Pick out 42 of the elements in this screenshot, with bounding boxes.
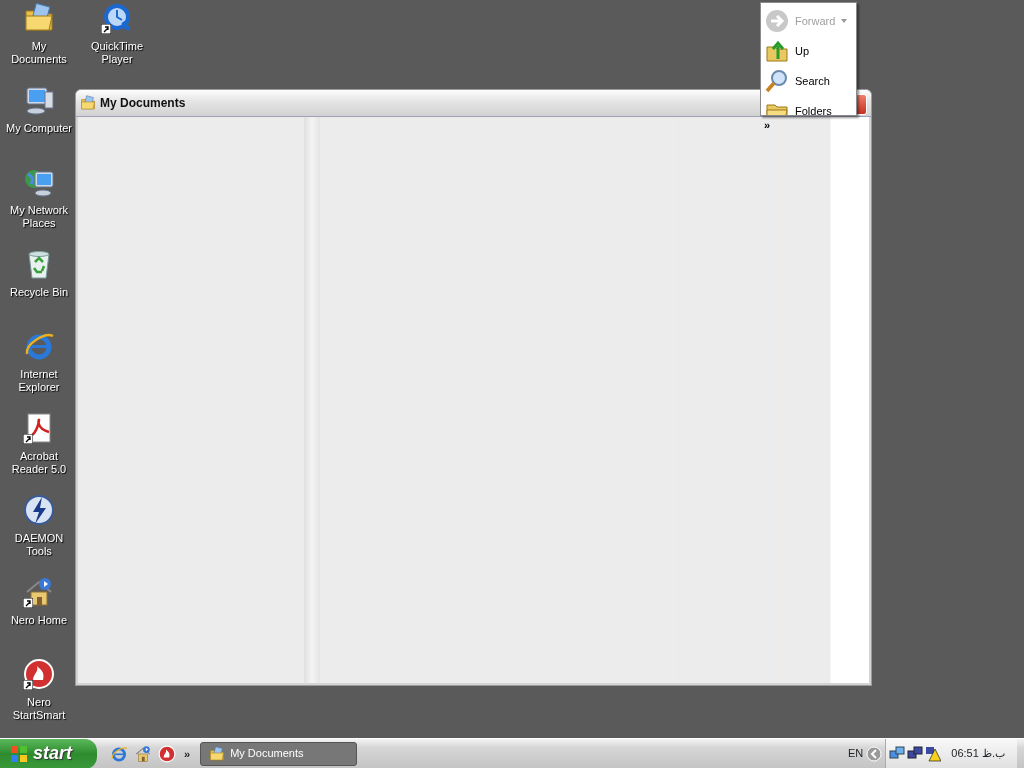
icon-label[interactable]: Acrobat Reader 5.0 <box>3 450 75 476</box>
caret-icon <box>841 19 848 23</box>
q-circle-icon[interactable] <box>101 2 133 34</box>
language-indicator[interactable]: EN <box>848 745 864 762</box>
taskbar-button[interactable]: My Documents <box>200 741 358 766</box>
icon-label[interactable]: My Computer <box>3 122 75 135</box>
browser-e-icon <box>110 744 128 763</box>
right-arrow-circle-icon <box>765 9 789 33</box>
toolbar-overflow-button[interactable]: » <box>764 117 771 134</box>
network-computers-icon[interactable] <box>889 745 906 762</box>
shortcut-arrow-icon <box>23 434 33 444</box>
folder-up-arrow-icon <box>765 39 789 63</box>
house-icon <box>134 744 152 763</box>
chevron-left-icon[interactable] <box>866 745 883 762</box>
folder-icon[interactable] <box>23 2 55 34</box>
menu-item[interactable]: Up <box>761 36 856 66</box>
shortcut-arrow-icon <box>23 680 33 690</box>
warning-icon[interactable] <box>925 745 942 762</box>
menu-item[interactable]: Folders <box>761 96 856 115</box>
window-title: My Documents <box>100 95 186 112</box>
magnifier-icon <box>765 69 789 93</box>
computer-icon[interactable] <box>23 84 55 116</box>
icon-label[interactable]: My Network Places <box>3 204 75 230</box>
icon-label[interactable]: QuickTime Player <box>81 40 153 66</box>
shortcut-arrow-icon <box>23 598 33 608</box>
clock: 06:51 ب.ظ <box>951 746 1005 762</box>
folder-icon <box>80 95 96 111</box>
icon-label[interactable]: DAEMON Tools <box>3 532 75 558</box>
icon-label[interactable]: Internet Explorer <box>3 368 75 394</box>
quick-launch-overflow-button[interactable]: » <box>184 746 191 763</box>
icon-label[interactable]: Nero StartSmart <box>3 696 75 722</box>
icon-label[interactable]: My Documents <box>3 40 75 66</box>
menu-item[interactable]: Search <box>761 66 856 96</box>
lightning-disc-icon[interactable] <box>23 494 55 526</box>
start-button[interactable]: start <box>0 738 97 768</box>
windows-flag-icon <box>10 744 28 763</box>
network-computers-icon[interactable] <box>907 745 924 762</box>
icon-label[interactable]: Nero Home <box>3 614 75 627</box>
shortcut-arrow-icon <box>101 24 111 34</box>
icon-label[interactable]: Recycle Bin <box>3 286 75 299</box>
flame-circle-icon <box>158 744 176 763</box>
folder-icon <box>209 745 226 762</box>
